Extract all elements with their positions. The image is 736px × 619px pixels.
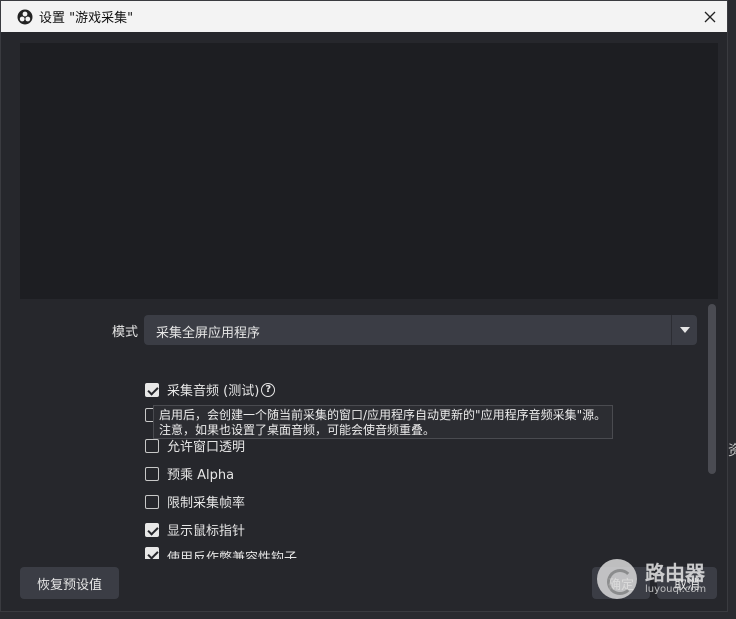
mode-selected-value: 采集全屏应用程序 [156, 326, 261, 341]
capture-audio-checkbox[interactable] [145, 382, 159, 397]
capture-audio-option[interactable]: 采集音频 (测试) ? [145, 380, 276, 399]
capture-preview [20, 43, 718, 299]
chevron-down-icon [679, 327, 690, 333]
background-window-edge [728, 0, 736, 619]
scrollbar-thumb[interactable] [708, 304, 716, 474]
allow-transparency-checkbox[interactable] [145, 438, 159, 453]
tooltip-line-2: 注意，如果也设置了桌面音频，可能会使音频重叠。 [159, 423, 436, 437]
close-button[interactable] [695, 1, 725, 32]
anticheat-hook-checkbox[interactable] [145, 547, 159, 559]
background-text: 资 [728, 443, 736, 459]
watermark-text: 路由器 [645, 561, 705, 585]
premultiplied-alpha-option[interactable]: 预乘 Alpha [145, 464, 234, 483]
premultiplied-alpha-label: 预乘 Alpha [167, 468, 235, 483]
premultiplied-alpha-checkbox[interactable] [145, 466, 159, 481]
limit-framerate-option[interactable]: 限制采集帧率 [145, 492, 245, 511]
watermark: 路由器 luyouqi.com [597, 557, 721, 601]
anticheat-hook-label: 使用反作弊兼容性钩子 [167, 551, 298, 559]
limit-framerate-label: 限制采集帧率 [167, 496, 246, 511]
properties-scrollbar[interactable] [708, 304, 716, 574]
restore-defaults-button[interactable]: 恢复预设值 [20, 567, 119, 599]
settings-dialog: 设置 "游戏采集" 模式 采集全屏应用程序 采集音频 (测试) ? 允许窗口透明 [0, 0, 728, 612]
watermark-url: luyouqi.com [645, 584, 707, 595]
help-icon[interactable]: ? [261, 382, 276, 397]
capture-audio-label: 采集音频 (测试) [167, 384, 260, 399]
capture-cursor-option[interactable]: 显示鼠标指针 [145, 520, 245, 539]
mode-dropdown[interactable]: 采集全屏应用程序 [144, 315, 697, 345]
window-title: 设置 "游戏采集" [39, 11, 134, 26]
capture-cursor-checkbox[interactable] [145, 522, 159, 537]
obs-logo-icon [17, 9, 33, 24]
dropdown-arrow[interactable] [671, 315, 697, 345]
watermark-logo-icon [597, 559, 637, 599]
close-icon [704, 11, 716, 22]
capture-cursor-label: 显示鼠标指针 [167, 524, 246, 539]
title-bar: 设置 "游戏采集" [1, 1, 727, 32]
mode-label: 模式 [111, 325, 138, 340]
anticheat-hook-option[interactable]: 使用反作弊兼容性钩子 [145, 547, 297, 559]
tooltip-line-1: 启用后，会创建一个随当前采集的窗口/应用程序自动更新的"应用程序音频采集"源。 [159, 408, 607, 422]
background-bottom-edge [0, 612, 736, 619]
help-tooltip: 启用后，会创建一个随当前采集的窗口/应用程序自动更新的"应用程序音频采集"源。 … [153, 405, 613, 439]
limit-framerate-checkbox[interactable] [145, 494, 159, 509]
